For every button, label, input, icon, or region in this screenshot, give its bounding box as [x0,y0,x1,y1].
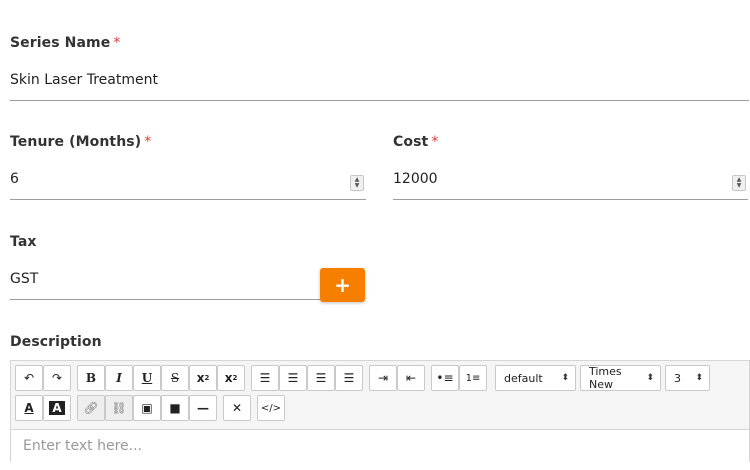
cost-label-text: Cost [393,134,429,150]
tax-value: GST [10,271,39,287]
series-name-value: Skin Laser Treatment [10,72,158,88]
outdent-icon[interactable]: ⇤ [397,365,425,391]
tenure-label-text: Tenure (Months) [10,134,142,150]
updown-arrow-icon: ⬍ [695,373,703,383]
indent-icon[interactable]: ⇥ [369,365,397,391]
chevron-down-icon[interactable]: ▼ [737,183,742,189]
superscript-icon[interactable]: x2 [217,365,245,391]
bold-icon[interactable]: B [77,365,105,391]
italic-icon[interactable]: I [105,365,133,391]
undo-icon[interactable]: ↶ [15,365,43,391]
chevron-down-icon[interactable]: ▼ [355,183,360,189]
redo-icon[interactable]: ↷ [43,365,71,391]
code-view-icon[interactable]: </> [257,395,285,421]
image-icon[interactable]: ▣ [133,395,161,421]
description-label: Description [10,334,102,350]
size-select[interactable]: 3 ⬍ [665,365,710,391]
align-right-icon[interactable]: ☰ [307,365,335,391]
style-select-value: default [504,371,543,385]
text-color-icon[interactable]: A [15,395,43,421]
align-justify-icon[interactable]: ☰ [335,365,363,391]
tenure-input[interactable]: 6 ▲ ▼ [10,161,366,200]
size-select-value: 3 [674,371,681,385]
tenure-stepper[interactable]: ▲ ▼ [350,175,364,191]
font-select-value: Times New [589,365,622,391]
subscript-icon[interactable]: x2 [189,365,217,391]
tax-input[interactable]: GST [10,261,320,300]
bullet-list-icon[interactable]: •≡ [431,365,459,391]
tenure-label: Tenure (Months) * [10,134,151,150]
unlink-icon[interactable]: ⛓︎ [105,395,133,421]
link-icon[interactable]: 🔗︎ [77,395,105,421]
video-icon[interactable]: ■ [161,395,189,421]
background-color-icon[interactable]: A [43,395,71,421]
required-mark: * [113,35,121,51]
add-tax-button[interactable]: + [320,268,365,302]
tax-label: Tax [10,234,37,250]
cost-label: Cost * [393,134,438,150]
numbered-list-icon[interactable]: 1≡ [459,365,487,391]
cost-input[interactable]: 12000 ▲ ▼ [393,161,748,200]
clear-format-icon[interactable]: ✕ [223,395,251,421]
cost-value: 12000 [393,171,438,187]
updown-arrow-icon: ⬍ [646,373,654,383]
series-name-label: Series Name * [10,35,120,51]
underline-icon[interactable]: U [133,365,161,391]
editor-placeholder: Enter text here... [23,438,143,454]
cost-stepper[interactable]: ▲ ▼ [732,175,746,191]
tenure-value: 6 [10,171,19,187]
style-select[interactable]: default ⬍ [495,365,576,391]
series-name-label-text: Series Name [10,35,111,51]
horizontal-rule-icon[interactable]: — [189,395,217,421]
align-left-icon[interactable]: ☰ [251,365,279,391]
required-mark: * [144,134,152,150]
font-select[interactable]: Times New ⬍ [580,365,661,391]
align-center-icon[interactable]: ☰ [279,365,307,391]
updown-arrow-icon: ⬍ [561,373,569,383]
strikethrough-icon[interactable]: S [161,365,189,391]
rich-text-editor: ↶ ↷ B I U S x2 x2 ☰ ☰ ☰ ☰ ⇥ ⇤ •≡ 1≡ defa… [10,360,750,470]
plus-icon: + [334,273,351,297]
required-mark: * [431,134,439,150]
series-name-input[interactable]: Skin Laser Treatment [10,62,749,101]
